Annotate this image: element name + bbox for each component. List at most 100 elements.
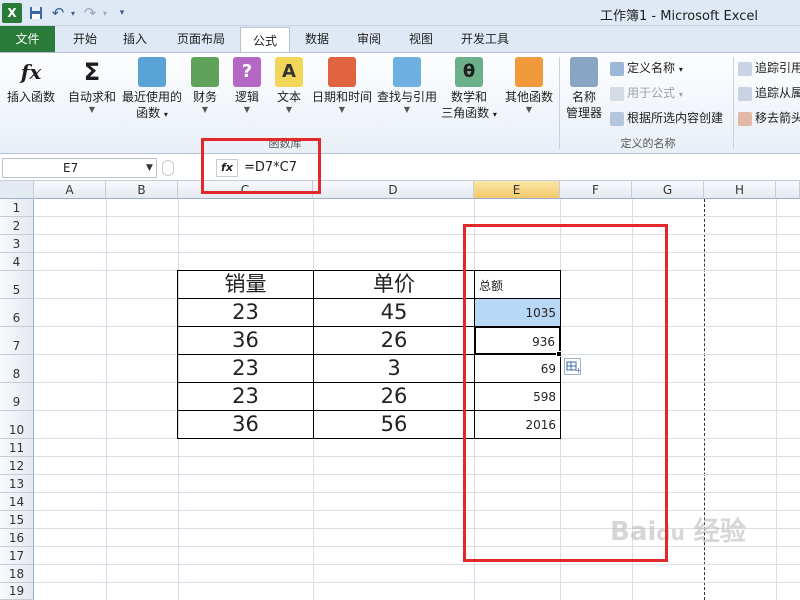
row-header[interactable]: 19 xyxy=(0,583,34,600)
column-header[interactable]: E xyxy=(474,181,560,199)
row-header[interactable]: 2 xyxy=(0,217,34,235)
row-header[interactable]: 3 xyxy=(0,235,34,253)
tab-developer[interactable]: 开发工具 xyxy=(450,26,520,52)
chevron-down-icon[interactable]: ▼ xyxy=(146,158,153,178)
use-in-formula-button[interactable]: 用于公式 ▾ xyxy=(610,84,683,102)
save-icon[interactable] xyxy=(28,3,44,23)
financial-button[interactable]: 财务 ▼ xyxy=(188,57,222,115)
autosum-button[interactable]: Σ 自动求和 ▼ xyxy=(66,57,118,115)
math-label-1: 数学和 xyxy=(450,90,487,104)
recent-label-1: 最近使用的 xyxy=(121,90,182,104)
trace-precedents-button[interactable]: 追踪引用 xyxy=(738,59,800,77)
book-theta-icon: θ xyxy=(455,57,483,87)
undo-icon[interactable]: ↶ xyxy=(50,3,66,23)
use-in-formula-label: 用于公式 xyxy=(627,86,676,100)
recent-label-2: 函数 xyxy=(136,106,161,120)
group-label-defined-names: 定义的名称 xyxy=(620,137,676,150)
row-header[interactable]: 16 xyxy=(0,529,34,547)
row-header[interactable]: 10 xyxy=(0,411,34,439)
column-header[interactable]: D xyxy=(313,181,474,199)
redo-icon[interactable]: ↷ xyxy=(82,3,98,23)
row-header[interactable]: 5 xyxy=(0,271,34,299)
table-cell[interactable]: 23 xyxy=(177,382,314,411)
splitter-handle[interactable] xyxy=(162,160,174,176)
tab-page-layout[interactable]: 页面布局 xyxy=(168,26,234,52)
trace-dependents-button[interactable]: 追踪从属 xyxy=(738,84,800,102)
text-button[interactable]: A 文本 ▼ xyxy=(272,57,306,115)
use-in-formula-icon xyxy=(610,86,624,101)
undo-dropdown-icon[interactable]: ▾ xyxy=(68,3,78,23)
name-manager-button[interactable]: 名称 管理器 xyxy=(562,57,606,121)
row-header[interactable]: 6 xyxy=(0,299,34,327)
recent-functions-button[interactable]: 最近使用的 函数 ▾ xyxy=(120,57,184,123)
column-header[interactable]: B xyxy=(106,181,178,199)
table-header-qty[interactable]: 销量 xyxy=(177,270,314,299)
tab-review[interactable]: 审阅 xyxy=(346,26,392,52)
column-header[interactable]: A xyxy=(34,181,106,199)
excel-logo-icon: X xyxy=(2,3,22,23)
table-cell[interactable]: 45 xyxy=(313,298,475,327)
tab-data[interactable]: 数据 xyxy=(296,26,338,52)
select-all-corner[interactable] xyxy=(0,181,34,199)
row-header[interactable]: 9 xyxy=(0,383,34,411)
row-header[interactable]: 7 xyxy=(0,327,34,355)
logical-button[interactable]: ? 逻辑 ▼ xyxy=(230,57,264,115)
create-from-selection-button[interactable]: 根据所选内容创建 xyxy=(610,109,723,127)
books-icon xyxy=(515,57,543,87)
table-header-price[interactable]: 单价 xyxy=(313,270,475,299)
trace-dependents-label: 追踪从属 xyxy=(755,86,800,100)
logical-label: 逻辑 xyxy=(234,90,259,104)
table-cell[interactable]: 3 xyxy=(313,354,475,383)
insert-function-label: 插入函数 xyxy=(6,90,55,104)
redo-dropdown-icon[interactable]: ▾ xyxy=(100,3,110,23)
ribbon: fx 插入函数 Σ 自动求和 ▼ 最近使用的 函数 ▾ 财务 ▼ ? 逻辑 ▼ … xyxy=(0,52,800,154)
more-functions-button[interactable]: 其他函数 ▼ xyxy=(502,57,556,115)
row-header[interactable]: 11 xyxy=(0,439,34,457)
row-header[interactable]: 4 xyxy=(0,253,34,271)
column-header[interactable]: H xyxy=(704,181,776,199)
column-header[interactable]: F xyxy=(560,181,632,199)
row-header[interactable]: 18 xyxy=(0,565,34,583)
window-title: 工作簿1 - Microsoft Excel xyxy=(600,9,758,24)
datetime-button[interactable]: 日期和时间 ▼ xyxy=(310,57,374,115)
table-cell[interactable]: 26 xyxy=(313,382,475,411)
table-cell[interactable]: 23 xyxy=(177,354,314,383)
row-header[interactable]: 1 xyxy=(0,199,34,217)
table-cell[interactable]: 36 xyxy=(177,410,314,439)
book-question-icon: ? xyxy=(233,57,261,87)
row-header[interactable]: 13 xyxy=(0,475,34,493)
more-functions-label: 其他函数 xyxy=(504,90,553,104)
table-cell[interactable]: 23 xyxy=(177,298,314,327)
table-cell[interactable]: 36 xyxy=(177,326,314,355)
define-name-label: 定义名称 xyxy=(627,61,676,75)
column-header[interactable] xyxy=(776,181,800,199)
remove-arrows-icon xyxy=(738,111,752,126)
tab-insert[interactable]: 插入 xyxy=(112,26,158,52)
name-manager-label-1: 名称 xyxy=(571,90,596,104)
tab-formulas[interactable]: 公式 xyxy=(240,27,290,53)
define-name-button[interactable]: 定义名称 ▾ xyxy=(610,59,683,77)
remove-arrows-button[interactable]: 移去箭头 xyxy=(738,109,800,127)
row-header[interactable]: 15 xyxy=(0,511,34,529)
worksheet-grid[interactable]: A B C D E F G H 1 2 3 4 5 6 7 8 9 10 11 … xyxy=(0,181,800,600)
fx-icon: fx xyxy=(20,60,42,84)
annotation-box-formula xyxy=(201,138,321,194)
row-header[interactable]: 14 xyxy=(0,493,34,511)
row-header[interactable]: 8 xyxy=(0,355,34,383)
create-from-selection-icon xyxy=(610,111,624,126)
row-header[interactable]: 17 xyxy=(0,547,34,565)
column-header[interactable]: G xyxy=(632,181,704,199)
trace-precedents-icon xyxy=(738,61,752,76)
table-cell[interactable]: 56 xyxy=(313,410,475,439)
table-cell[interactable]: 26 xyxy=(313,326,475,355)
insert-function-button[interactable]: fx 插入函数 xyxy=(4,57,58,105)
remove-arrows-label: 移去箭头 xyxy=(755,111,800,125)
row-header[interactable]: 12 xyxy=(0,457,34,475)
customize-qat-icon[interactable]: ▾ xyxy=(116,3,128,23)
tab-home[interactable]: 开始 xyxy=(62,26,108,52)
tab-view[interactable]: 视图 xyxy=(398,26,444,52)
lookup-button[interactable]: 查找与引用 ▼ xyxy=(376,57,438,115)
math-trig-button[interactable]: θ 数学和 三角函数 ▾ xyxy=(440,57,498,123)
name-box[interactable]: E7 xyxy=(2,158,157,178)
tab-file[interactable]: 文件 xyxy=(0,26,55,52)
